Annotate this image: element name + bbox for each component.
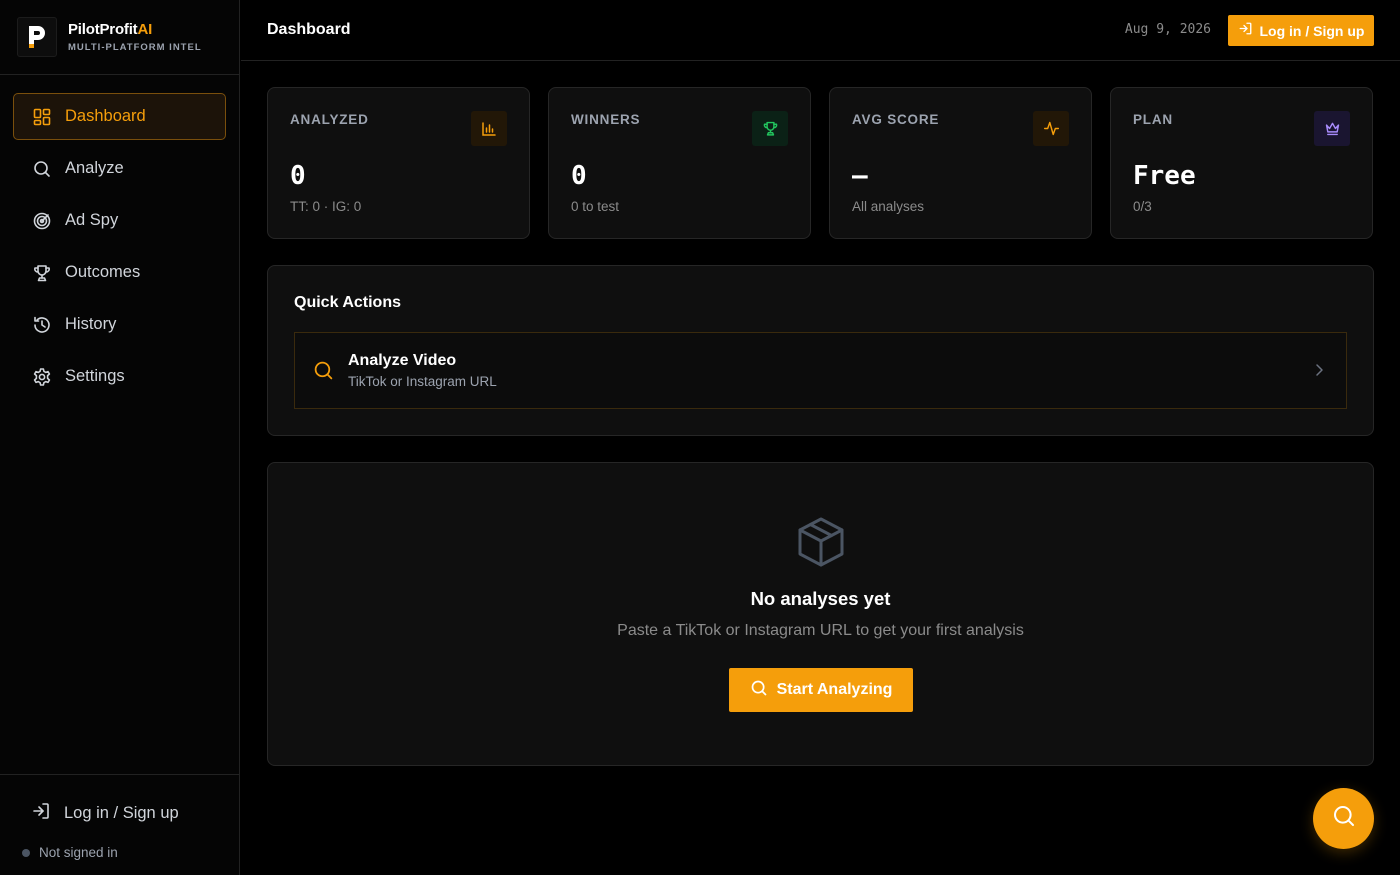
history-icon [32,315,52,335]
quick-actions-panel: Quick Actions Analyze Video TikTok or In… [267,265,1374,436]
header-date: Aug 9, 2026 [1124,22,1211,37]
sidebar-item-label: Outcomes [65,263,141,281]
sidebar-item-label: Dashboard [65,107,146,125]
stat-value: 0 [290,161,306,191]
sidebar-login-link[interactable]: Log in / Sign up [31,801,179,826]
radar-icon [32,211,52,231]
stat-value: 0 [571,161,587,191]
search-icon [32,159,52,179]
search-icon [1332,804,1356,833]
dashboard-icon [32,107,52,127]
stat-card-plan: PLAN Free 0/3 [1110,87,1373,239]
stat-label: AVG SCORE [852,112,940,127]
trophy-icon [32,263,52,283]
stat-label: PLAN [1133,112,1173,127]
logo[interactable] [17,17,57,57]
logo-icon [29,26,45,48]
stat-card-avg-score: AVG SCORE — All analyses [829,87,1092,239]
floating-search-button[interactable] [1313,788,1374,849]
sidebar-item-outcomes[interactable]: Outcomes [13,249,226,296]
sidebar-item-label: Analyze [65,159,124,177]
sidebar-footer: Log in / Sign up Not signed in [0,774,239,875]
sign-in-status: Not signed in [22,845,118,860]
header: Dashboard Aug 9, 2026 Log in / Sign up [241,0,1400,61]
stat-value: — [852,161,868,191]
stat-label: WINNERS [571,112,641,127]
activity-icon [1033,111,1069,146]
stat-sub: TT: 0 · IG: 0 [290,199,362,214]
stat-sub: 0 to test [571,199,620,214]
brand-subtitle: MULTI-PLATFORM INTEL [68,42,202,53]
stat-sub: All analyses [852,199,925,214]
quick-action-subtitle: TikTok or Instagram URL [348,374,497,389]
stat-card-analyzed: ANALYZED 0 TT: 0 · IG: 0 [267,87,530,239]
sidebar-item-analyze[interactable]: Analyze [13,145,226,192]
sidebar-item-dashboard[interactable]: Dashboard [13,93,226,140]
box-icon [796,516,846,573]
gear-icon [32,367,52,387]
trophy-icon [752,111,788,146]
crown-icon [1314,111,1350,146]
stat-label: ANALYZED [290,112,369,127]
search-icon [750,679,768,702]
header-login-button[interactable]: Log in / Sign up [1228,15,1374,46]
quick-actions-title: Quick Actions [294,294,401,311]
sidebar-item-label: Ad Spy [65,211,119,229]
quick-action-analyze-video[interactable]: Analyze Video TikTok or Instagram URL [294,332,1347,409]
status-text: Not signed in [39,845,118,860]
sidebar-item-history[interactable]: History [13,301,226,348]
sidebar-item-settings[interactable]: Settings [13,353,226,400]
chevron-right-icon [1314,363,1324,382]
sidebar-item-label: Settings [65,367,125,385]
empty-state-text: Paste a TikTok or Instagram URL to get y… [617,622,1024,639]
search-icon [313,360,334,386]
empty-state-panel: No analyses yet Paste a TikTok or Instag… [267,462,1374,766]
empty-state-title: No analyses yet [750,588,891,609]
sidebar-item-label: History [65,315,117,333]
bar-chart-icon [471,111,507,146]
sidebar-nav: Dashboard Analyze Ad Spy Outcomes Histor… [0,75,239,400]
login-icon [31,801,51,826]
quick-action-title: Analyze Video [348,352,457,369]
sidebar-item-ad-spy[interactable]: Ad Spy [13,197,226,244]
sidebar-login-label: Log in / Sign up [64,804,179,822]
brand-name: PilotProfitAI [68,21,153,38]
login-icon [1238,21,1253,41]
stat-value: Free [1133,161,1196,191]
header-login-label: Log in / Sign up [1259,22,1365,39]
start-analyzing-label: Start Analyzing [776,681,893,698]
sidebar: PilotProfitAI MULTI-PLATFORM INTEL Dashb… [0,0,240,875]
start-analyzing-button[interactable]: Start Analyzing [729,668,913,712]
stat-sub: 0/3 [1133,199,1152,214]
stat-card-winners: WINNERS 0 0 to test [548,87,811,239]
status-dot [22,848,30,857]
page-title: Dashboard [267,21,351,38]
brand: PilotProfitAI MULTI-PLATFORM INTEL [0,0,239,75]
